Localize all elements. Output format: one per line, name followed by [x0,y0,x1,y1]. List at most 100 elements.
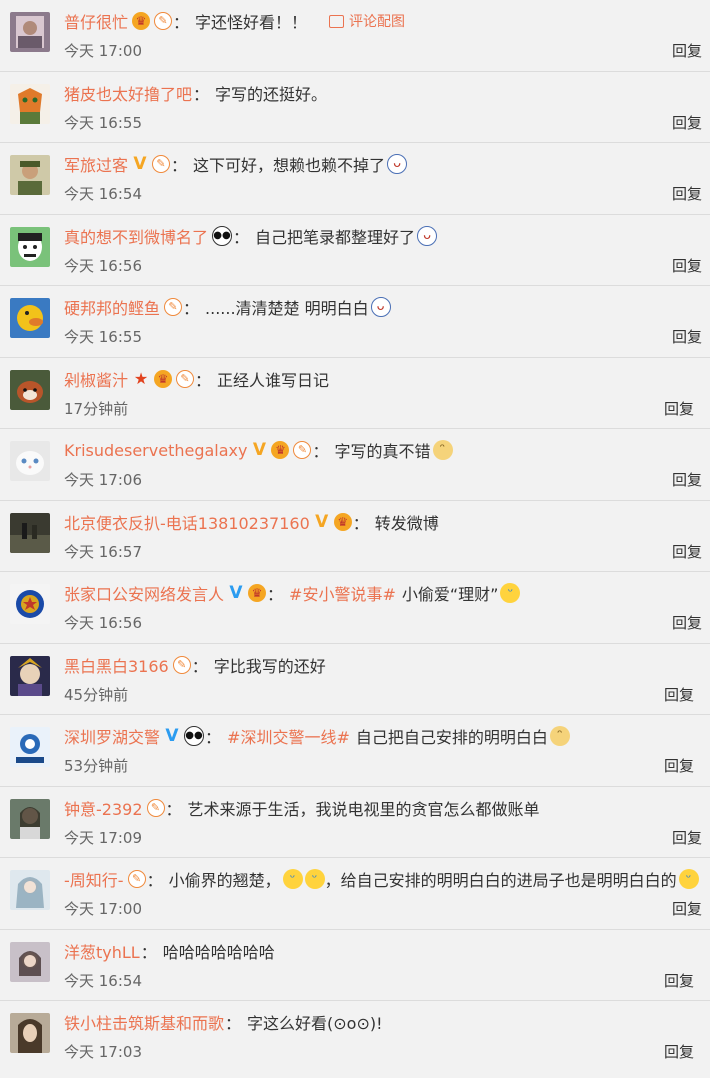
fan-badge-icon[interactable]: ✎ [293,441,312,459]
timestamp: 今天 16:54 [64,971,142,990]
reply-button[interactable]: 回复 [672,326,702,347]
anime-girl-icon [10,870,50,910]
tongue-face-icon: ᴗ [370,297,391,317]
member-crown-icon[interactable]: ♛ [132,12,151,30]
verified-v-icon[interactable]: V [132,155,148,173]
avatar[interactable] [10,512,50,553]
avatar[interactable] [10,655,50,696]
colon: ： [225,1014,242,1033]
username[interactable]: 铁小柱击筑斯基和而歌 [64,1010,224,1034]
comment-row: 洋葱tyhLL ： 哈哈哈哈哈哈哈 今天 16:54 回复 [0,930,710,1001]
username[interactable]: 黑白黑白3166 [64,653,169,677]
avatar[interactable] [10,155,50,195]
avatar[interactable] [10,12,50,52]
fan-badge-icon[interactable]: ✎ [152,155,171,173]
username[interactable]: 深圳罗湖交警 [64,724,160,748]
laugh-cry-icon: ᵕ [678,869,699,889]
comment-row: 黑白黑白3166 ✎ ： 字比我写的还好 45分钟前 回复 [0,644,710,715]
member-crown-icon[interactable]: ♛ [271,441,290,459]
reply-button[interactable]: 回复 [672,612,702,633]
username[interactable]: 军旅过客 [64,152,128,176]
avatar[interactable] [10,798,50,839]
comment-row: 普仔很忙 ♛ ✎ ： 字还怪好看！！ 评论配图 今天 17:00 回复 [0,0,710,72]
panda-badge-icon[interactable]: ●● [184,726,205,746]
fan-badge-icon[interactable]: ✎ [164,298,183,316]
username[interactable]: 普仔很忙 [64,9,128,33]
colon: ： [173,13,190,32]
colon: ： [312,442,329,461]
member-crown-icon[interactable]: ♛ [248,584,267,602]
reply-button[interactable]: 回复 [672,541,702,562]
reply-button[interactable]: 回复 [664,398,694,419]
verified-v-icon[interactable]: V [314,513,330,531]
pic-comment-label: 评论配图 [349,14,406,30]
username[interactable]: 北京便衣反扒-电话13810237160 [64,510,310,534]
white-cat-icon [10,441,50,481]
comment-row: 剁椒酱汁 ★ ♛ ✎ ： 正经人谁写日记 17分钟前 回复 [0,358,710,429]
woman-portrait-icon [10,1013,50,1053]
colon: ： [140,942,157,962]
username[interactable]: 钟意-2392 [64,796,143,820]
reply-button[interactable]: 回复 [672,827,702,848]
avatar[interactable] [10,1013,50,1053]
verified-v-icon[interactable]: V [251,441,267,459]
panda-badge-icon[interactable]: ●● [212,225,233,246]
comment-text: 艺术来源于生活，我说电视里的贪官怎么都做账单 [187,799,540,819]
username[interactable]: 猪皮也太好撸了吧 [64,81,192,105]
fan-badge-icon[interactable]: ✎ [146,798,165,817]
reply-button[interactable]: 回复 [672,255,702,276]
comment-text: 字还怪好看！！ [195,13,308,32]
traffic-police-icon [10,727,50,767]
timestamp: 今天 16:56 [64,614,142,632]
username[interactable]: 张家口公安网络发言人 [64,581,224,605]
topic-link[interactable]: #安小警说事# [289,581,396,605]
laugh-cry-icon: ᵕ [282,869,303,889]
reply-button[interactable]: 回复 [672,469,702,490]
reply-button[interactable]: 回复 [672,40,702,61]
verified-blue-v-icon[interactable]: V [164,727,180,745]
verified-blue-v-icon[interactable]: V [228,584,244,602]
avatar[interactable] [10,298,50,338]
fan-badge-icon[interactable]: ✎ [154,12,173,30]
timestamp: 今天 16:55 [64,113,142,132]
anime-character-icon [10,655,50,696]
avatar[interactable] [10,83,50,124]
colon: ： [267,585,284,604]
reply-button[interactable]: 回复 [664,684,694,705]
member-crown-icon[interactable]: ♛ [154,369,173,388]
username[interactable]: 硬邦邦的鲣鱼 [64,295,160,319]
cartoon-face-icon [10,226,50,267]
pic-comment-button[interactable]: 评论配图 [329,11,405,31]
username[interactable]: -周知行- [64,867,124,891]
soldier-icon [10,155,50,195]
timestamp: 今天 16:54 [64,185,142,203]
reply-button[interactable]: 回复 [664,1041,694,1062]
avatar[interactable] [10,226,50,267]
avatar[interactable] [10,870,50,910]
avatar[interactable] [10,727,50,767]
tongue-face-icon: ᴗ [417,225,438,246]
reply-button[interactable]: 回复 [664,755,694,776]
fan-badge-icon[interactable]: ✎ [127,870,146,888]
timestamp: 今天 17:03 [64,1043,142,1061]
reply-button[interactable]: 回复 [672,898,702,919]
topic-link[interactable]: #深圳交警一线# [227,724,350,748]
fan-badge-icon[interactable]: ✎ [172,655,191,674]
comment-row: 真的想不到微博名了 ●● ： 自己把笔录都整理好了 ᴗ 今天 16:56 回复 [0,215,710,286]
avatar[interactable] [10,441,50,481]
username[interactable]: 洋葱tyhLL [64,939,140,963]
username[interactable]: Krisudeservethegalaxy [64,441,247,460]
fan-badge-icon[interactable]: ✎ [176,369,195,388]
member-crown-icon[interactable]: ♛ [333,512,352,531]
avatar[interactable] [10,369,50,410]
avatar[interactable] [10,941,50,982]
reply-button[interactable]: 回复 [664,970,694,991]
username[interactable]: 剁椒酱汁 [64,367,128,391]
username[interactable]: 真的想不到微博名了 [64,224,208,248]
timestamp: 今天 17:09 [64,828,142,847]
reply-button[interactable]: 回复 [672,183,702,204]
timestamp: 今天 17:06 [64,471,142,489]
reply-button[interactable]: 回复 [672,112,702,133]
star-badge-icon[interactable]: ★ [132,369,150,388]
avatar[interactable] [10,584,50,624]
